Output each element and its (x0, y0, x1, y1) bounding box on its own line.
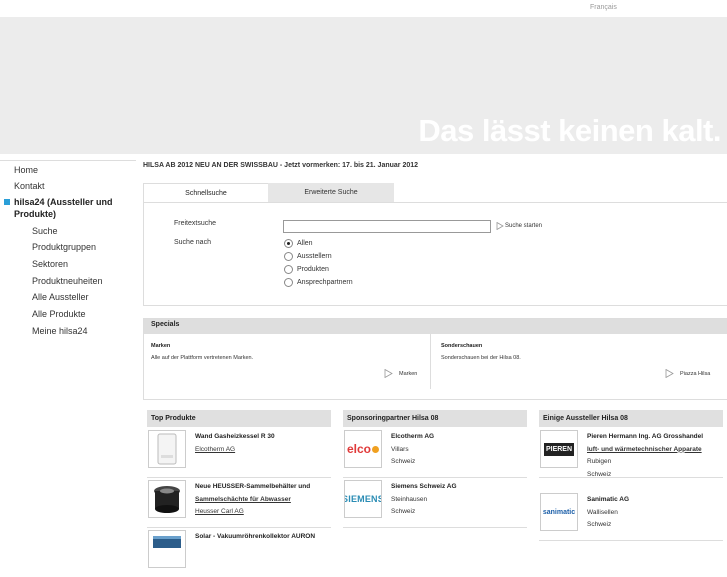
hero-banner: Das lässt keinen kalt. (0, 17, 727, 154)
product-name-cont: Sammelschächte für Abwasser (195, 495, 291, 503)
list-item[interactable]: Solar - Vakuumröhrenkollektor AURON (147, 527, 331, 577)
company-country: Schweiz (587, 521, 612, 528)
company-name: Elcotherm AG (391, 433, 435, 440)
company-name: Siemens Schweiz AG (391, 483, 457, 490)
search-panel: Freitextsuche Suche starten Suche nach A… (143, 202, 727, 306)
list-item[interactable]: Neue HEUSSER-Sammelbehälter und Sammelsc… (147, 477, 331, 528)
list-item[interactable]: elco Elcotherm AG Villars Schweiz (343, 427, 527, 478)
tab-erweiterte-suche[interactable]: Erweiterte Suche (268, 183, 394, 202)
sidebar-item-produktneuheiten[interactable]: Produktneuheiten (0, 270, 136, 287)
tab-schnellsuche[interactable]: Schnellsuche (143, 183, 269, 203)
company-name: Pieren Hermann Ing. AG Grosshandel (587, 433, 704, 440)
box-aussteller: Einige Aussteller Hilsa 08 PIEREN Pieren… (539, 410, 723, 550)
link-label: Piazza Hilsa (680, 370, 711, 377)
product-name: Neue HEUSSER-Sammelbehälter und (195, 483, 311, 490)
company-link[interactable]: luft- und wärmetechnischer Apparate (587, 444, 721, 457)
pieren-logo: PIEREN (540, 430, 578, 468)
banner-claim: Das lässt keinen kalt. (418, 113, 721, 148)
sidebar-item-home[interactable]: Home (0, 160, 136, 176)
radio-label: Ansprechpartnern (297, 279, 353, 286)
search-tabs: Schnellsuche Erweiterte Suche (143, 183, 727, 203)
freitext-search-input[interactable] (283, 220, 491, 233)
radio-ansprechpartnern[interactable]: Ansprechpartnern (284, 278, 353, 287)
language-link-french[interactable]: Français (590, 4, 617, 11)
radio-label: Ausstellern (297, 253, 332, 260)
specials-sonderschauen: Sonderschauen Sonderschauen bei der Hils… (434, 334, 727, 389)
radio-selected-icon (284, 239, 293, 248)
radio-icon (284, 278, 293, 287)
search-start-button[interactable]: Suche starten (496, 221, 543, 231)
play-icon (384, 369, 393, 378)
company-city: Wallisellen (587, 508, 618, 516)
special-text: Sonderschauen bei der Hilsa 08. (441, 355, 521, 361)
radio-ausstellern[interactable]: Ausstellern (284, 252, 332, 261)
box-title: Sponsoringpartner Hilsa 08 (343, 410, 527, 427)
company-country: Schweiz (391, 458, 416, 465)
sidebar-item-suche[interactable]: Suche (0, 220, 136, 237)
radio-allen[interactable]: Allen (284, 239, 313, 248)
play-icon (496, 221, 504, 231)
product-name: Wand Gasheizkessel R 30 (195, 433, 275, 440)
company-name: Sanimatic AG (587, 496, 630, 503)
boiler-icon (148, 430, 186, 468)
company-city: Steinhausen (391, 495, 428, 503)
announcement: HILSA AB 2012 NEU AN DER SWISSBAU - Jetz… (143, 162, 419, 169)
elco-logo: elco (344, 430, 382, 468)
suche-nach-label: Suche nach (174, 239, 211, 246)
tank-icon (148, 480, 186, 518)
sidebar-item-hilsa24[interactable]: hilsa24 (Aussteller und Produkte) (0, 192, 136, 220)
radio-icon (284, 265, 293, 274)
specials-marken: Marken Alle auf der Plattform vertretene… (144, 334, 431, 389)
sanimatic-logo: sanimatic (540, 493, 578, 531)
box-top-produkte: Top Produkte Wand Gasheizkessel R 30 Elc… (147, 410, 331, 568)
list-item[interactable]: SIEMENS Siemens Schweiz AG Steinhausen S… (343, 477, 527, 528)
company-city: Rubigen (587, 458, 612, 465)
company-city: Villars (391, 445, 409, 453)
box-sponsoringpartner: Sponsoringpartner Hilsa 08 elco Elcother… (343, 410, 527, 550)
specials-title: Specials (144, 319, 727, 334)
sidebar-item-produktgruppen[interactable]: Produktgruppen (0, 237, 136, 254)
active-bullet-icon (4, 199, 10, 205)
piazza-hilsa-link[interactable]: Piazza Hilsa (665, 369, 710, 378)
specials-panel: Specials Marken Alle auf der Plattform v… (143, 318, 727, 400)
list-item[interactable]: PIEREN Pieren Hermann Ing. AG Grosshande… (539, 427, 723, 478)
list-item[interactable]: sanimatic Sanimatic AG Wallisellen Schwe… (539, 490, 723, 541)
link-label: Marken (399, 370, 418, 377)
sidebar-item-label: hilsa24 (Aussteller und Produkte) (14, 197, 113, 219)
sidebar-nav: Home Kontakt hilsa24 (Aussteller und Pro… (0, 160, 136, 337)
sidebar-item-kontakt[interactable]: Kontakt (0, 176, 136, 192)
solar-icon (148, 530, 186, 568)
special-text: Alle auf der Plattform vertretenen Marke… (151, 355, 254, 361)
box-title: Top Produkte (147, 410, 331, 427)
radio-label: Produkten (297, 266, 329, 273)
sidebar-item-alle-aussteller[interactable]: Alle Aussteller (0, 287, 136, 304)
company-link[interactable]: Elcotherm AG (195, 444, 329, 457)
company-country: Schweiz (587, 470, 612, 478)
special-title: Marken (151, 343, 171, 349)
freitext-label: Freitextsuche (174, 220, 217, 227)
list-item[interactable]: Wand Gasheizkessel R 30 Elcotherm AG (147, 427, 331, 478)
company-link[interactable]: Heusser Carl AG (195, 506, 329, 519)
product-name: Solar - Vakuumröhrenkollektor AURON (195, 533, 316, 540)
radio-label: Allen (297, 240, 313, 247)
special-title: Sonderschauen (441, 343, 483, 349)
top-bar: Français (0, 0, 727, 17)
box-title: Einige Aussteller Hilsa 08 (539, 410, 723, 427)
marken-link[interactable]: Marken (384, 369, 417, 378)
search-start-label: Suche starten (505, 223, 543, 229)
company-country: Schweiz (391, 508, 416, 515)
radio-icon (284, 252, 293, 261)
sidebar-item-sektoren[interactable]: Sektoren (0, 253, 136, 270)
main-content: HILSA AB 2012 NEU AN DER SWISSBAU - Jetz… (143, 160, 727, 568)
siemens-logo: SIEMENS (344, 480, 382, 518)
radio-produkten[interactable]: Produkten (284, 265, 329, 274)
sidebar-item-meine-hilsa24[interactable]: Meine hilsa24 (0, 320, 136, 337)
sidebar-divider (0, 160, 136, 161)
sidebar-item-alle-produkte[interactable]: Alle Produkte (0, 303, 136, 320)
play-icon (665, 369, 674, 378)
